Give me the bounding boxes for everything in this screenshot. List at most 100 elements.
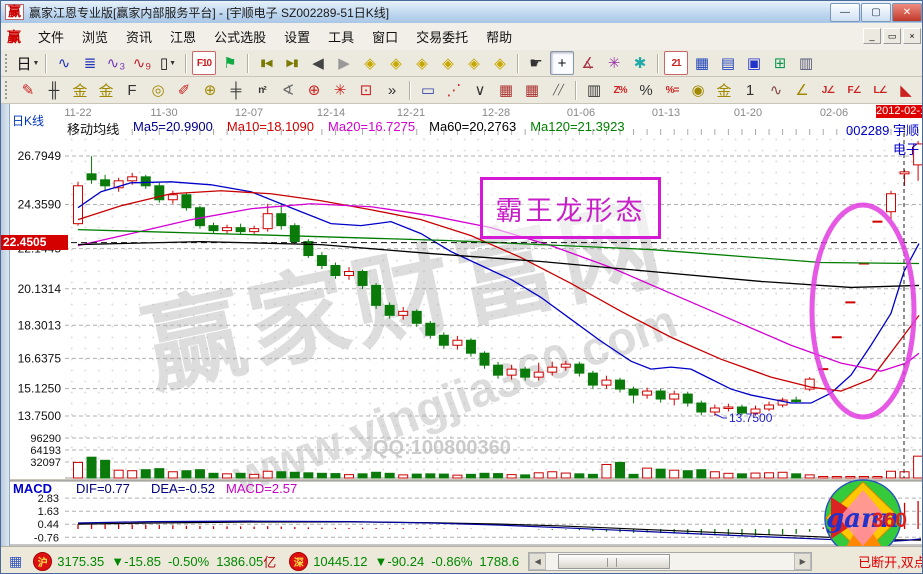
star-burst-icon[interactable]: ✳	[328, 78, 352, 102]
red-grid-button-2-icon[interactable]: ▦	[520, 78, 544, 102]
ma-value-1: Ma5=20.9900	[133, 119, 213, 138]
horizontal-scrollbar[interactable]: ◀ ▶	[528, 552, 812, 571]
mdi-restore-button[interactable]: ▭	[883, 28, 901, 44]
ma-value-5: Ma120=21.3923	[530, 119, 624, 138]
gann-comb-icon[interactable]: ╫	[42, 78, 66, 102]
gold-grid-button-2-icon[interactable]: 金	[94, 78, 118, 102]
gann-wheel-button-6-icon[interactable]: ◈	[488, 51, 512, 75]
marker-pen-icon[interactable]: ✐	[172, 78, 196, 102]
slash-lines-icon[interactable]: ╱╱	[546, 78, 570, 102]
menu-item-2[interactable]: 浏览	[73, 27, 117, 48]
hand-tool-icon[interactable]: ☛	[524, 51, 548, 75]
menu-item-5[interactable]: 公式选股	[205, 27, 275, 48]
percent-z-icon[interactable]: Z%	[608, 78, 632, 102]
svg-text:12-28: 12-28	[482, 107, 510, 119]
save-icon[interactable]: ▣	[742, 51, 766, 75]
gann-wheel-button-5-icon[interactable]: ◈	[462, 51, 486, 75]
box-select-icon[interactable]: ▭	[416, 78, 440, 102]
maximize-button[interactable]: ▢	[861, 3, 891, 22]
scrollbar-thumb[interactable]	[558, 554, 670, 569]
last-bar-icon[interactable]: ▶▮	[280, 51, 304, 75]
connection-status[interactable]: 已断开,双点打开.	[858, 552, 923, 571]
v-wave-icon[interactable]: ∨	[468, 78, 492, 102]
first-bar-icon[interactable]: ▮◀	[254, 51, 278, 75]
gann-wheel-button-1-icon[interactable]: ◈	[358, 51, 382, 75]
percent-line-icon[interactable]: %=	[660, 78, 684, 102]
j-angle-icon[interactable]: J∠	[816, 78, 840, 102]
scroll-left-arrow[interactable]: ◀	[529, 553, 546, 570]
minute-3-chart-icon-icon[interactable]: ∿₃	[104, 51, 128, 75]
time-comb-icon[interactable]: ╪	[224, 78, 248, 102]
target-circle-icon[interactable]: ⊕	[302, 78, 326, 102]
color-bar-icon-icon[interactable]: ⚑	[218, 51, 242, 75]
kline-chart-area[interactable]: 赢家财富网 www.yingjia360.com QQ:100800360 26…	[1, 104, 923, 546]
shanghai-market-icon[interactable]: 沪	[33, 552, 52, 571]
scroll-right-arrow[interactable]: ▶	[794, 553, 811, 570]
svg-text:13.7500: 13.7500	[18, 409, 62, 423]
clover-tool-icon[interactable]: ✳	[602, 51, 626, 75]
menu-item-8[interactable]: 窗口	[363, 27, 407, 48]
scrollbar-track[interactable]	[546, 554, 794, 569]
gold-grid-button-1-icon[interactable]: 金	[68, 78, 92, 102]
mdi-minimize-button[interactable]: _	[863, 28, 881, 44]
n-square-icon[interactable]: n²	[250, 78, 274, 102]
run-angle-icon[interactable]: L∠	[868, 78, 892, 102]
ma-value-3: Ma20=16.7275	[328, 119, 415, 138]
trend-chart-icon-icon[interactable]: ∿	[52, 51, 76, 75]
angle-measure-icon[interactable]: ∡	[576, 51, 600, 75]
memo-icon[interactable]: ▤	[716, 51, 740, 75]
menu-item-3[interactable]: 资讯	[117, 27, 161, 48]
fan-lines-icon[interactable]: ⋰	[442, 78, 466, 102]
percent-icon[interactable]: %	[634, 78, 658, 102]
fibo-grid-icon[interactable]: F	[120, 78, 144, 102]
print-icon[interactable]: ▥	[794, 51, 818, 75]
calendar-icon[interactable]: 21	[664, 51, 688, 75]
scale-ruler-icon[interactable]: ▥	[582, 78, 606, 102]
transfer-icon[interactable]: ⊞	[768, 51, 792, 75]
minute-9-chart-icon-icon[interactable]: ∿₉	[130, 51, 154, 75]
web-tool-icon[interactable]: ✱	[628, 51, 652, 75]
flag-one-icon[interactable]: 1	[738, 78, 762, 102]
calculator-icon[interactable]: ▦	[690, 51, 714, 75]
spiral-tool-icon[interactable]: ◎	[146, 78, 170, 102]
f10-info-icon[interactable]: F10	[192, 51, 216, 75]
cycle-circle-icon[interactable]: ⊕	[198, 78, 222, 102]
menu-item-6[interactable]: 设置	[275, 27, 319, 48]
block-angle-icon[interactable]: ◣	[894, 78, 918, 102]
boxed-burst-icon[interactable]: ⊡	[354, 78, 378, 102]
red-grid-button-1-icon[interactable]: ▦	[494, 78, 518, 102]
menu-item-10[interactable]: 帮助	[477, 27, 521, 48]
quote-list-icon-icon[interactable]: ≣	[78, 51, 102, 75]
close-button[interactable]: ✕	[892, 3, 922, 22]
wave-tool-icon[interactable]: ∿	[764, 78, 788, 102]
kline-chart-svg[interactable]: 26.794924.359022.144520.131418.301316.63…	[1, 104, 923, 546]
menu-item-7[interactable]: 工具	[319, 27, 363, 48]
gann-wheel-button-3-icon[interactable]: ◈	[410, 51, 434, 75]
mirror-angle-icon[interactable]: ∢	[276, 78, 300, 102]
f-angle-icon[interactable]: F∠	[842, 78, 866, 102]
mdi-close-button[interactable]: ×	[903, 28, 921, 44]
candle-style-icon[interactable]: ▯▼	[156, 51, 180, 75]
gann-logo-360: 360	[872, 509, 907, 532]
menu-item-1[interactable]: 文件	[29, 27, 73, 48]
minimize-button[interactable]: —	[830, 3, 860, 22]
shenzhen-market-icon[interactable]: 深	[289, 552, 308, 571]
sz-index-value: 10445.12	[313, 554, 367, 569]
more-tools-chevron-icon[interactable]: »	[380, 78, 404, 102]
gold-angle-icon[interactable]: ∠	[790, 78, 814, 102]
menu-item-9[interactable]: 交易委托	[407, 27, 477, 48]
prev-bar-icon[interactable]: ◀	[306, 51, 330, 75]
gold-circle-icon[interactable]: ◉	[686, 78, 710, 102]
menu-item-4[interactable]: 江恩	[161, 27, 205, 48]
sh-index-change: -15.85	[124, 554, 161, 569]
kline-period-icon[interactable]: 日▼	[16, 51, 40, 75]
crosshair-tool-icon[interactable]: +	[550, 51, 574, 75]
gann-wheel-button-4-icon[interactable]: ◈	[436, 51, 460, 75]
toolbar-grip[interactable]	[5, 81, 10, 99]
gold-level-icon[interactable]: 金	[712, 78, 736, 102]
quote-grid-icon[interactable]: ▦	[9, 553, 22, 570]
gann-wheel-button-2-icon[interactable]: ◈	[384, 51, 408, 75]
pencil-tool-icon[interactable]: ✎	[16, 78, 40, 102]
toolbar-grip[interactable]	[5, 54, 10, 72]
next-bar-icon[interactable]: ▶	[332, 51, 356, 75]
